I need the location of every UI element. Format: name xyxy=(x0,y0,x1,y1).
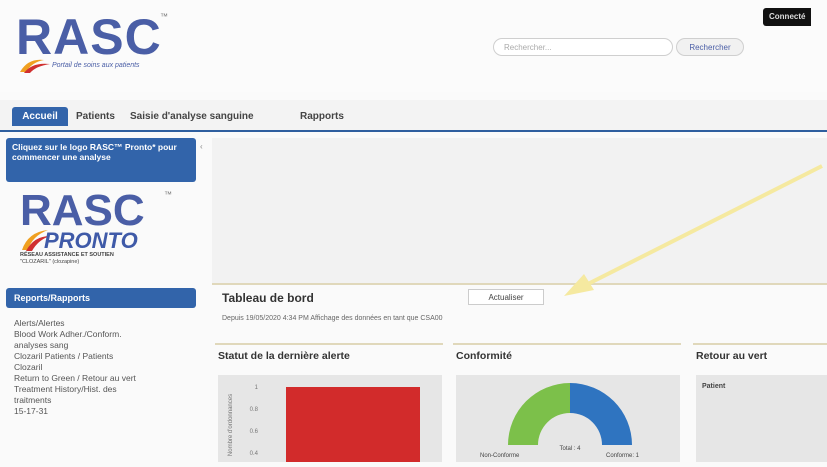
logo-trademark: ™ xyxy=(160,12,168,21)
dashboard-title: Tableau de bord xyxy=(222,291,314,305)
connected-status[interactable]: Connecté xyxy=(763,8,812,26)
report-link-alerts[interactable]: Alerts/Alertes xyxy=(14,318,196,329)
report-link-treatment-history[interactable]: Treatment History/Hist. des xyxy=(14,384,196,395)
alert-bar xyxy=(286,387,420,462)
refresh-button[interactable]: Actualiser xyxy=(468,289,544,305)
search-input[interactable]: Rechercher... xyxy=(493,38,673,56)
tab-blood-work-entry[interactable]: Saisie d'analyse sanguine xyxy=(130,107,254,126)
dashboard-since-text: Depuis 19/05/2020 4:34 PM Affichage des … xyxy=(222,315,443,322)
donut-left-label: Non-Conforme xyxy=(480,453,520,459)
report-link-treatment-history-2[interactable]: traitments xyxy=(14,395,196,406)
card-return-body: Patient xyxy=(696,375,827,462)
pronto-logo-subtitle: RÉSEAU ASSISTANCE ET SOUTIEN xyxy=(20,252,114,258)
logo-tagline: Portail de soins aux patients xyxy=(52,62,140,69)
card-alert-rule xyxy=(215,343,443,345)
return-column-patient: Patient xyxy=(702,383,726,390)
report-link-clozaril-patients-2[interactable]: Clozaril xyxy=(14,362,196,373)
y-tick-0.6: 0.6 xyxy=(250,429,259,435)
y-tick-0.8: 0.8 xyxy=(250,407,259,413)
donut-center-label: Total : 4 xyxy=(559,446,581,452)
card-return-title: Retour au vert xyxy=(696,350,768,362)
app-header: RASC ™ Portail de soins aux patients Rec… xyxy=(0,0,827,92)
card-return-rule xyxy=(693,343,827,345)
tab-reports[interactable]: Rapports xyxy=(300,107,344,126)
reports-header: Reports/Rapports xyxy=(6,288,196,308)
card-alert-body: Nombre d'ordonnances 1 0.8 0.6 0.4 xyxy=(218,375,442,462)
card-compliance-title: Conformité xyxy=(456,350,512,362)
annotation-arrow-icon xyxy=(564,164,823,296)
pronto-logo-word[interactable]: PRONTO xyxy=(44,228,138,254)
compliance-donut-chart: Total : 4 Non-Conforme Conforme: 1 xyxy=(480,383,640,459)
y-tick-1: 1 xyxy=(255,385,259,391)
tab-accueil[interactable]: Accueil xyxy=(12,107,68,126)
card-alert-title: Statut de la dernière alerte xyxy=(218,350,350,362)
sidebar-collapse-icon[interactable]: ‹ xyxy=(200,142,206,154)
tab-patients[interactable]: Patients xyxy=(76,107,115,126)
report-link-blood-work[interactable]: Blood Work Adher./Conform. xyxy=(14,329,196,340)
card-compliance-body: Total : 4 Non-Conforme Conforme: 1 xyxy=(456,375,680,462)
sidebar-hint: Cliquez sur le logo RASC™ Pronto* pour c… xyxy=(6,138,196,182)
logo-swoosh-icon xyxy=(20,59,50,73)
report-link-clozaril-patients[interactable]: Clozaril Patients / Patients xyxy=(14,351,196,362)
report-link-return-to-green[interactable]: Return to Green / Retour au vert xyxy=(14,373,196,384)
report-links: Alerts/Alertes Blood Work Adher./Conform… xyxy=(14,318,196,417)
pronto-logo-subtitle-2: "CLOZARIL" (clozapine) xyxy=(20,259,80,265)
alert-bar-chart: Nombre d'ordonnances 1 0.8 0.6 0.4 xyxy=(228,385,420,462)
y-tick-0.4: 0.4 xyxy=(250,451,259,457)
donut-green-segment xyxy=(508,383,570,445)
donut-blue-segment xyxy=(570,383,632,445)
search-button[interactable]: Rechercher xyxy=(676,38,744,56)
donut-right-label: Conforme: 1 xyxy=(606,453,640,459)
main-nav: Accueil Patients Saisie d'analyse sangui… xyxy=(0,100,827,132)
bar-chart-y-label: Nombre d'ordonnances xyxy=(228,394,234,456)
pronto-logo-tm: ™ xyxy=(164,190,172,199)
report-link-blood-work-2[interactable]: analyses sang xyxy=(14,340,196,351)
card-compliance-rule xyxy=(453,343,681,345)
report-link-date[interactable]: 15-17-31 xyxy=(14,406,196,417)
sidebar: Cliquez sur le logo RASC™ Pronto* pour c… xyxy=(6,138,199,462)
